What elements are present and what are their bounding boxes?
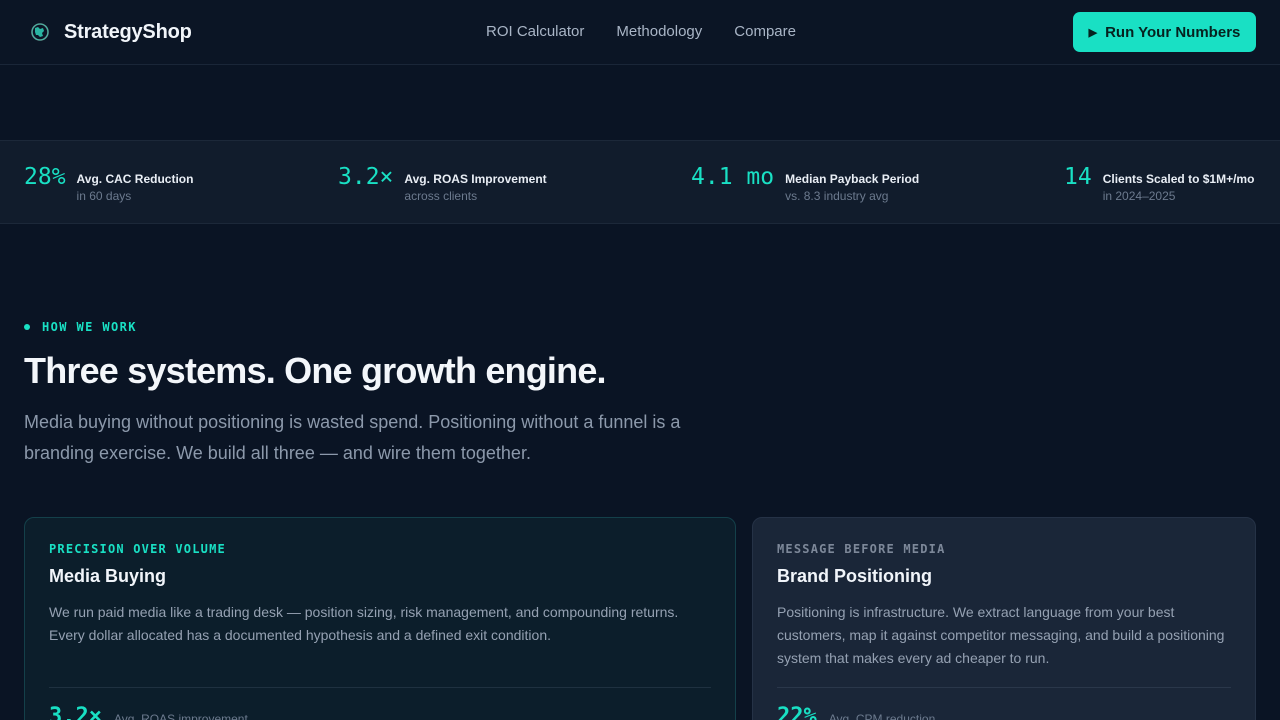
stat-label: Clients Scaled to $1M+/mo xyxy=(1102,172,1255,186)
stat-payback-period: 4.1 mo Median Payback Period vs. 8.3 ind… xyxy=(691,163,919,204)
card-eyebrow: MESSAGE BEFORE MEDIA xyxy=(777,542,946,556)
eyebrow-text: HOW WE WORK xyxy=(42,320,137,334)
nav-link-compare[interactable]: Compare xyxy=(734,23,796,40)
card-eyebrow: PRECISION OVER VOLUME xyxy=(49,542,226,556)
stat-label: Avg. CAC Reduction xyxy=(76,172,194,186)
stat-label: Median Payback Period xyxy=(785,172,920,186)
stat-clients-scaled: 14 Clients Scaled to $1M+/mo in 2024–202… xyxy=(1064,163,1254,204)
stat-value: 4.1 mo xyxy=(691,164,775,190)
card-metric-value: 3.2× xyxy=(49,704,102,720)
eyebrow-dot-icon xyxy=(24,324,30,330)
card-title: Brand Positioning xyxy=(777,566,932,586)
globe-logo-icon xyxy=(28,20,52,44)
nav-link-roi-calculator[interactable]: ROI Calculator xyxy=(486,23,584,40)
play-icon: ▶ xyxy=(1088,26,1098,39)
section-lede: Media buying without positioning is wast… xyxy=(24,412,681,463)
stat-value: 14 xyxy=(1064,164,1092,190)
stat-roas-improvement: 3.2× Avg. ROAS Improvement across client… xyxy=(338,163,547,204)
card-metric-value: 22% xyxy=(777,704,817,720)
card-divider xyxy=(777,687,1231,688)
brand-logo[interactable]: StrategyShop xyxy=(28,20,192,44)
card-metric-label: Avg. ROAS improvement xyxy=(113,712,248,720)
stats-bar: 28% Avg. CAC Reduction in 60 days 3.2× A… xyxy=(0,140,1280,224)
section-eyebrow: HOW WE WORK xyxy=(24,320,137,334)
card-description: Positioning is infrastructure. We extrac… xyxy=(777,604,1225,666)
cta-label: Run Your Numbers xyxy=(1105,23,1241,41)
stat-sub: in 2024–2025 xyxy=(1102,189,1176,203)
card-description: We run paid media like a trading desk — … xyxy=(49,604,679,643)
card-divider xyxy=(49,687,711,688)
stat-sub: vs. 8.3 industry avg xyxy=(785,189,889,203)
nav-link-methodology[interactable]: Methodology xyxy=(616,23,702,40)
card-title: Media Buying xyxy=(49,566,167,586)
stat-sub: across clients xyxy=(404,189,478,203)
stat-value: 3.2× xyxy=(338,164,394,190)
card-media-buying: PRECISION OVER VOLUME Media Buying We ru… xyxy=(24,517,736,720)
brand-name: StrategyShop xyxy=(64,20,192,43)
card-metric: 3.2× Avg. ROAS improvement xyxy=(49,704,248,720)
card-brand-positioning: MESSAGE BEFORE MEDIA Brand Positioning P… xyxy=(752,517,1256,720)
stat-value: 28% xyxy=(24,164,66,190)
card-metric: 22% Avg. CPM reduction xyxy=(777,704,935,720)
section-headline: Three systems. One growth engine. xyxy=(24,350,607,391)
stat-cac-reduction: 28% Avg. CAC Reduction in 60 days xyxy=(24,163,193,204)
card-metric-label: Avg. CPM reduction xyxy=(828,712,936,720)
nav-links: ROI Calculator Methodology Compare xyxy=(486,23,828,40)
stat-label: Avg. ROAS Improvement xyxy=(404,172,547,186)
run-your-numbers-button[interactable]: ▶ Run Your Numbers xyxy=(1073,12,1256,52)
stat-sub: in 60 days xyxy=(76,189,132,203)
top-nav: StrategyShop ROI Calculator Methodology … xyxy=(0,0,1280,65)
